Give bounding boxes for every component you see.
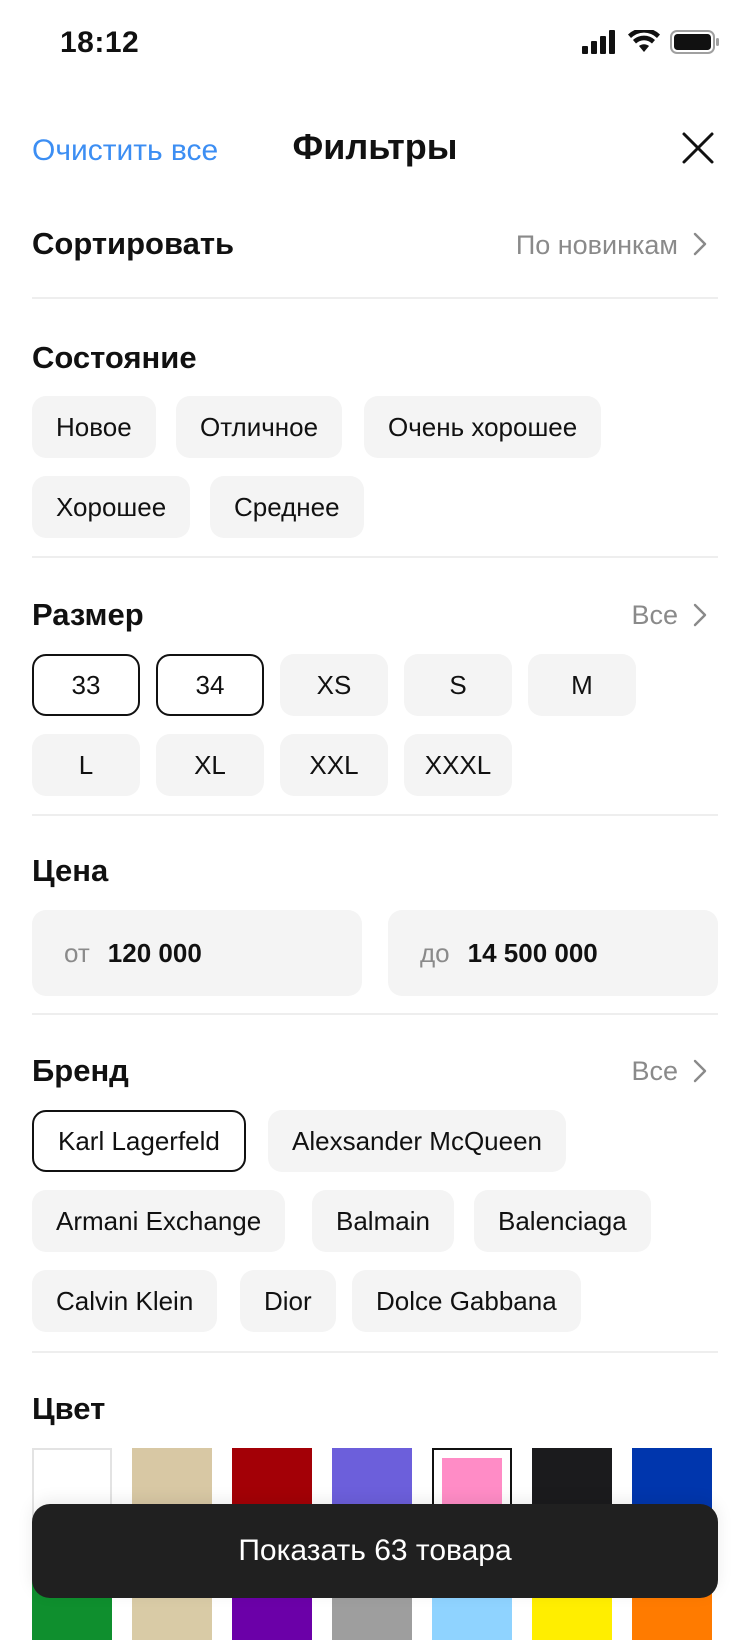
price-to-prefix: до [420,937,450,968]
battery-icon [670,30,719,54]
chevron-right-icon[interactable] [688,603,712,627]
price-from-field[interactable]: от 120 000 [32,910,362,996]
condition-chip[interactable]: Новое [32,396,156,458]
brand-all-link[interactable]: Все [631,1056,678,1087]
filters-header: Очистить все Фильтры [0,110,750,190]
color-title: Цвет [32,1391,106,1426]
brand-chip[interactable]: Armani Exchange [32,1190,286,1252]
divider [32,1013,718,1015]
condition-chip[interactable]: Очень хорошее [364,396,602,458]
price-to-field[interactable]: до 14 500 000 [388,910,718,996]
size-chip[interactable]: 34 [156,654,264,716]
condition-title: Состояние [32,340,197,375]
status-bar: 18:12 [0,0,750,92]
condition-chip[interactable]: Отличное [176,396,343,458]
size-chip[interactable]: XXXL [404,734,512,796]
price-title: Цена [32,853,109,888]
divider [32,556,718,558]
price-from-prefix: от [64,937,90,968]
size-chip[interactable]: M [528,654,636,716]
price-to-value: 14 500 000 [467,937,598,968]
brand-chip[interactable]: Balenciaga [474,1190,651,1252]
brand-chip[interactable]: Alexsander McQueen [268,1110,567,1172]
size-all-link[interactable]: Все [631,600,678,631]
size-title: Размер [32,597,144,632]
size-chip[interactable]: 33 [32,654,140,716]
chevron-right-icon [693,232,707,256]
page-title: Фильтры [292,126,458,167]
status-icons [582,30,720,54]
cellular-signal-icon [582,30,615,54]
status-time: 18:12 [60,26,140,59]
close-icon[interactable] [680,130,716,166]
brand-chip[interactable]: Karl Lagerfeld [32,1110,246,1172]
size-chip[interactable]: L [32,734,140,796]
brand-chip[interactable]: Dolce Gabbana [352,1270,581,1332]
divider [32,1351,718,1353]
brand-chip[interactable]: Dior [240,1270,336,1332]
size-chip[interactable]: XS [280,654,388,716]
condition-chip[interactable]: Среднее [210,476,364,538]
brand-title: Бренд [32,1053,129,1088]
show-results-button[interactable]: Показать 63 товара [32,1504,718,1598]
divider [32,297,718,299]
condition-chip[interactable]: Хорошее [32,476,191,538]
size-chip[interactable]: S [404,654,512,716]
wifi-icon [628,30,660,52]
sort-row[interactable]: Сортировать По новинкам [32,210,718,274]
size-chip[interactable]: XXL [280,734,388,796]
sort-value: По новинкам [515,230,678,260]
price-from-value: 120 000 [107,937,202,968]
chevron-right-icon[interactable] [688,1059,712,1083]
brand-chip[interactable]: Calvin Klein [32,1270,218,1332]
divider [32,814,718,816]
sort-title: Сортировать [32,226,235,261]
size-chip[interactable]: XL [156,734,264,796]
brand-chip[interactable]: Balmain [312,1190,454,1252]
